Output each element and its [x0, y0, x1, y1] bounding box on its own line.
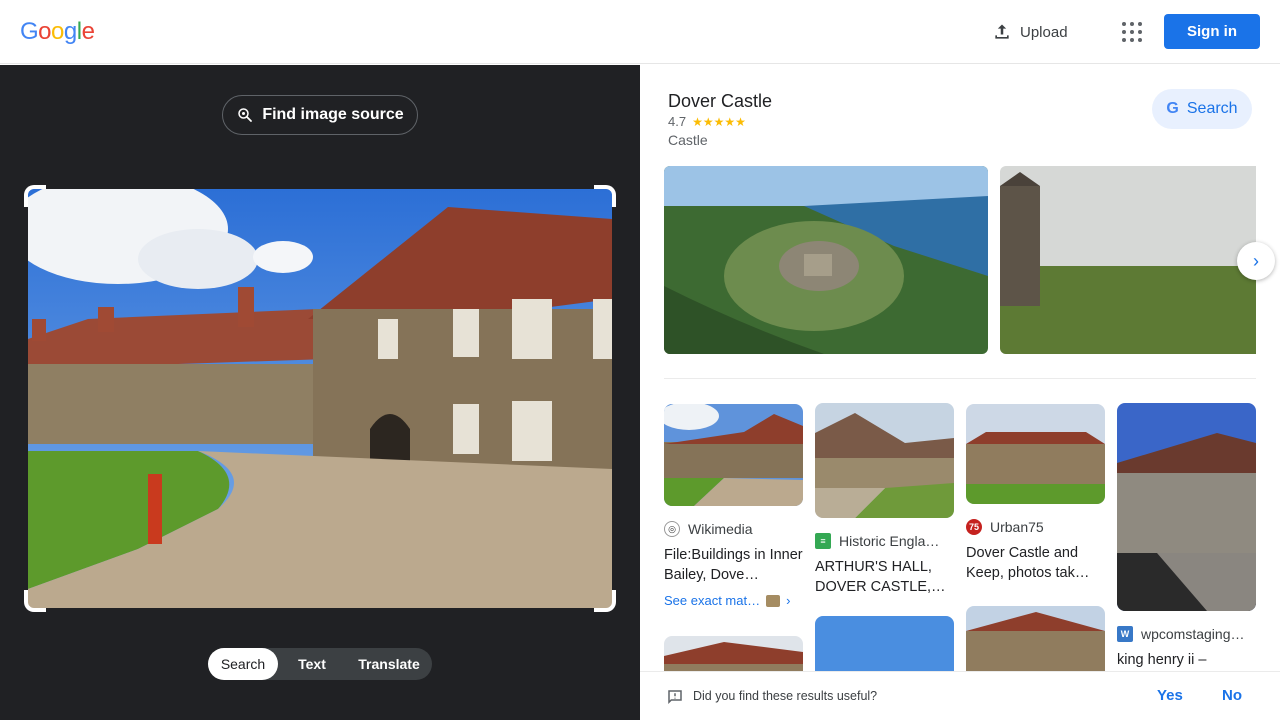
result-source: ≡ Historic Engla…	[815, 533, 954, 549]
result-source: ◎ Wikimedia	[664, 521, 803, 537]
visual-match-card[interactable]: 75 Urban75 Dover Castle and Keep, photos …	[966, 404, 1105, 583]
result-source: 75 Urban75	[966, 519, 1105, 535]
google-g-icon: G	[1166, 100, 1179, 117]
google-logo[interactable]: Google	[20, 18, 95, 46]
upload-button[interactable]: Upload	[992, 20, 1068, 44]
result-title: king henry ii –	[1117, 652, 1207, 668]
visual-match-card[interactable]: ◎ Wikimedia File:Buildings in Inner Baile…	[664, 404, 803, 608]
feedback-yes-button[interactable]: Yes	[1157, 687, 1183, 704]
result-title: ARTHUR'S HALL, DOVER CASTLE,…	[815, 559, 946, 595]
exact-match-thumb-icon	[766, 594, 781, 607]
entity-title[interactable]: Dover Castle	[668, 91, 772, 112]
entity-image-grounds[interactable]	[1000, 166, 1256, 354]
result-title: File:Buildings in Inner Bailey, Dove…	[664, 547, 803, 583]
rating-stars-icon: ★★★★★	[692, 114, 746, 129]
mode-search-tab[interactable]: Search	[208, 648, 278, 680]
mode-switcher: Search Text Translate	[208, 648, 432, 680]
image-query-pane: Find image source Search Text Translate	[0, 65, 640, 720]
logo-letter: o	[38, 18, 52, 45]
upload-icon	[995, 24, 1009, 39]
logo-letter: e	[81, 18, 95, 45]
results-pane: Dover Castle 4.7 ★★★★★ Castle G Search ›	[640, 65, 1280, 720]
entity-search-button[interactable]: G Search	[1152, 89, 1252, 129]
logo-letter: g	[63, 18, 77, 45]
wikimedia-favicon-icon: ◎	[664, 521, 680, 537]
mode-translate-tab[interactable]: Translate	[346, 648, 432, 680]
logo-letter: G	[20, 18, 39, 45]
sign-in-button[interactable]: Sign in	[1164, 14, 1260, 49]
top-bar: Google Upload Sign in	[0, 0, 1280, 64]
query-image-crop[interactable]	[24, 185, 616, 612]
upload-label: Upload	[1020, 23, 1068, 41]
find-image-source-button[interactable]: Find image source	[222, 95, 418, 135]
rating-value: 4.7	[668, 114, 687, 129]
see-exact-matches-link[interactable]: See exact mat… ›	[664, 593, 803, 608]
entity-type: Castle	[668, 132, 708, 148]
wordpress-favicon-icon: W	[1117, 626, 1133, 642]
see-exact-matches-label: See exact mat…	[664, 593, 761, 608]
mode-text-tab[interactable]: Text	[278, 648, 346, 680]
feedback-no-button[interactable]: No	[1222, 687, 1242, 704]
result-thumbnail	[815, 403, 954, 518]
urban75-favicon-icon: 75	[966, 519, 982, 535]
result-source-name: Urban75	[990, 519, 1044, 535]
visual-match-card[interactable]: Wwpcomstaging… king henry ii –	[1117, 403, 1256, 670]
divider	[664, 378, 1256, 379]
entity-image-aerial[interactable]	[664, 166, 988, 354]
result-source-name: Historic Engla…	[839, 533, 940, 549]
query-image	[28, 189, 612, 608]
find-image-source-label: Find image source	[262, 106, 404, 123]
logo-letter: o	[51, 18, 64, 45]
result-thumbnail	[1117, 403, 1256, 611]
feedback-bar: Did you find these results useful? Yes N…	[640, 671, 1280, 720]
result-thumbnail	[966, 404, 1105, 504]
feedback-icon	[668, 690, 682, 705]
result-thumbnail	[664, 404, 803, 506]
carousel-next-button[interactable]: ›	[1237, 242, 1275, 280]
visual-match-card[interactable]: ≡ Historic Engla… ARTHUR'S HALL, DOVER CA…	[815, 403, 954, 597]
apps-grid-icon[interactable]	[1120, 20, 1144, 44]
chevron-right-icon: ›	[786, 593, 791, 608]
result-title: Dover Castle and Keep, photos tak…	[966, 545, 1090, 581]
result-source-name: wpcomstaging…	[1141, 626, 1245, 642]
lens-search-icon	[238, 108, 253, 122]
historic-england-favicon-icon: ≡	[815, 533, 831, 549]
result-source: Wwpcomstaging…	[1117, 626, 1256, 642]
feedback-question: Did you find these results useful?	[693, 689, 878, 703]
entity-rating: 4.7 ★★★★★	[668, 114, 746, 129]
entity-search-label: Search	[1186, 100, 1238, 117]
result-source-name: Wikimedia	[688, 521, 753, 537]
chevron-right-icon: ›	[1253, 250, 1259, 271]
